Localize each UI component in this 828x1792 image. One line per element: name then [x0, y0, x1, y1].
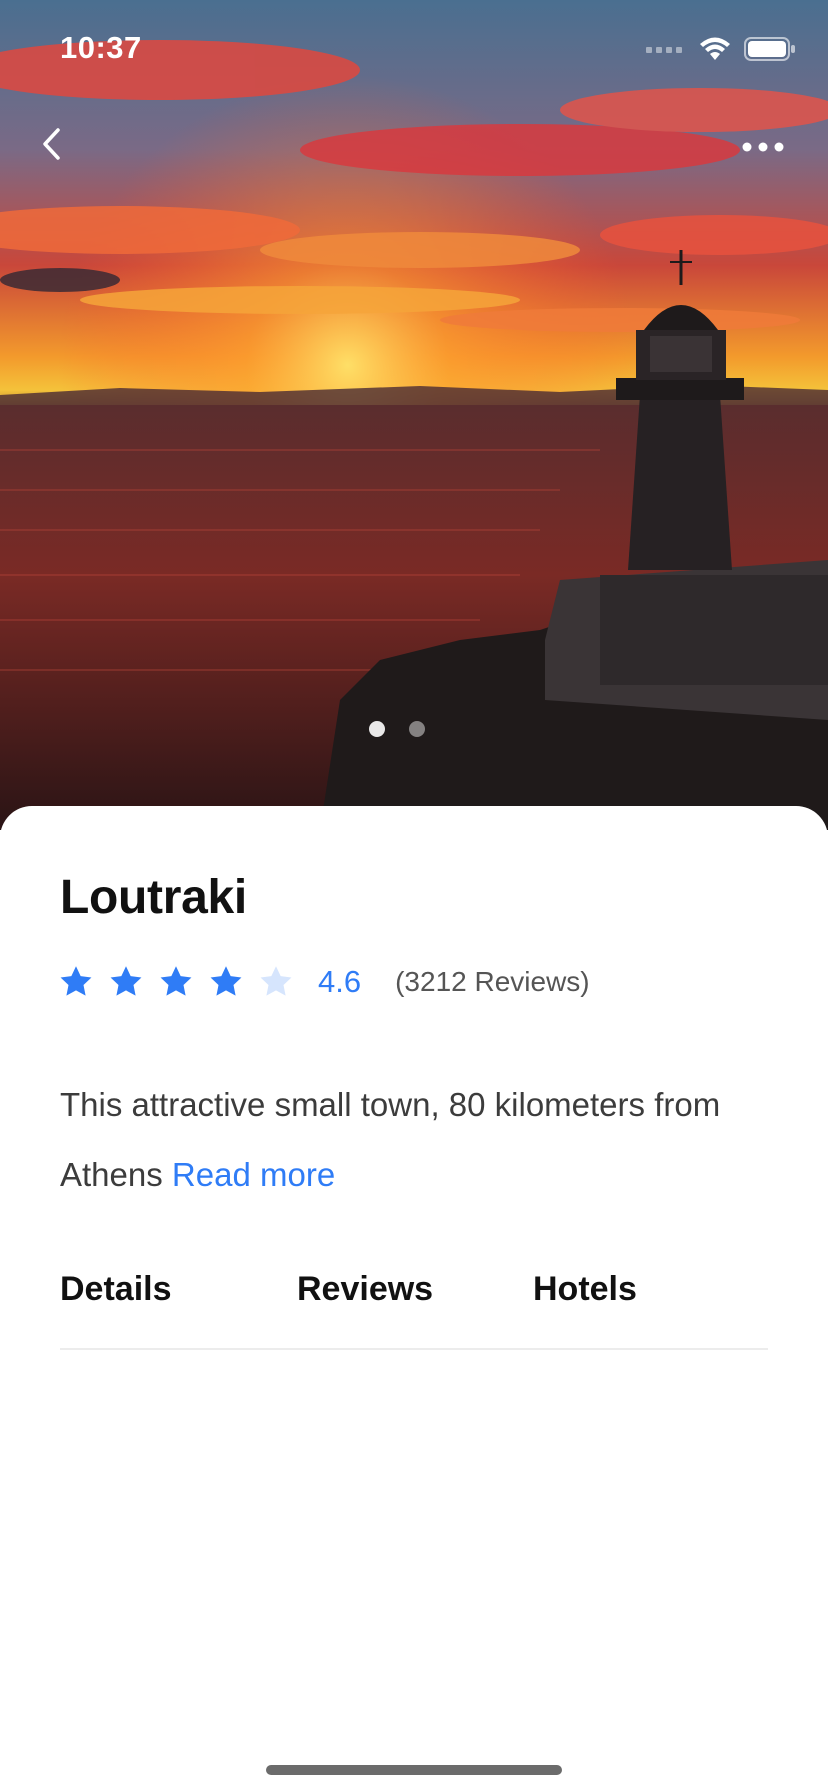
star-empty-icon — [260, 966, 292, 996]
chevron-left-icon — [40, 127, 64, 166]
read-more-link[interactable]: Read more — [172, 1156, 335, 1193]
pager-dot-2[interactable] — [409, 721, 425, 737]
status-time: 10:37 — [60, 30, 142, 65]
star-filled-icon — [110, 966, 142, 996]
home-indicator[interactable] — [266, 1765, 562, 1775]
ellipsis-icon — [742, 139, 784, 157]
status-icons — [646, 36, 796, 67]
back-button[interactable] — [30, 124, 74, 168]
star-filled-icon — [160, 966, 192, 996]
description-text: This attractive small town, 80 kilometer… — [60, 1086, 721, 1193]
hero-photo[interactable] — [0, 0, 828, 830]
photo-pager[interactable] — [0, 721, 828, 737]
pager-dot-1[interactable] — [369, 721, 385, 737]
tab-reviews[interactable]: Reviews — [297, 1270, 433, 1309]
rating-row: 4.6 (3212 Reviews) — [58, 960, 590, 1004]
cellular-icon — [646, 42, 686, 61]
detail-tabs: Details Reviews Hotels — [60, 1270, 768, 1350]
place-detail-screen: 10:37 Loutraki 4.6 (3212 Reviews) This a… — [0, 0, 828, 1792]
place-description: This attractive small town, 80 kilometer… — [60, 1070, 780, 1210]
star-filled-icon — [210, 966, 242, 996]
wifi-icon — [698, 36, 732, 67]
detail-sheet: Loutraki 4.6 (3212 Reviews) This attract… — [0, 806, 828, 1792]
rating-value: 4.6 — [318, 964, 362, 999]
tab-hotels[interactable]: Hotels — [533, 1270, 637, 1309]
tab-details[interactable]: Details — [60, 1270, 172, 1309]
battery-icon — [744, 36, 796, 67]
more-options-button[interactable] — [738, 128, 788, 168]
place-title: Loutraki — [60, 871, 247, 924]
sunset-lighthouse-photo — [0, 0, 828, 830]
review-count[interactable]: (3212 Reviews) — [395, 966, 590, 998]
status-bar: 10:37 — [0, 0, 828, 100]
star-filled-icon — [60, 966, 92, 996]
star-rating — [58, 964, 294, 1000]
